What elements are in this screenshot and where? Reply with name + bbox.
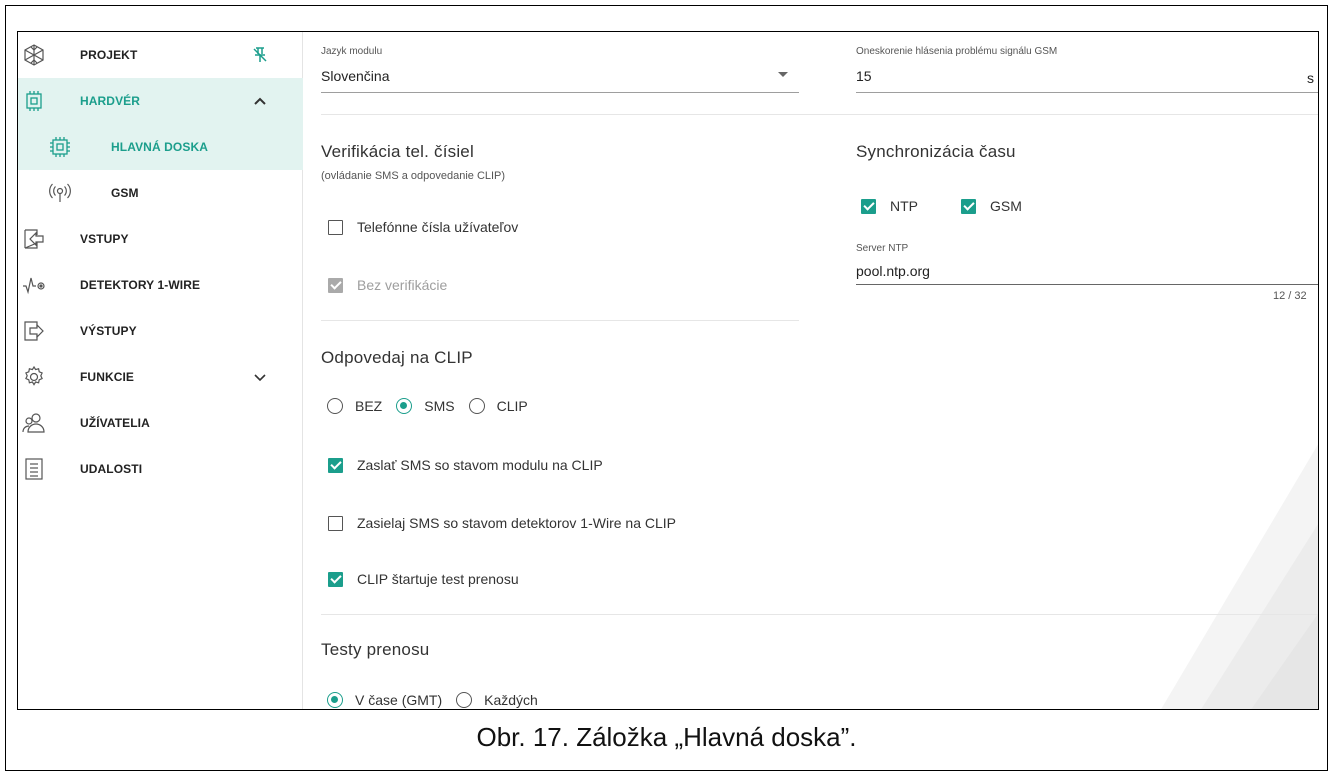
app-screenshot: PROJEKT HARDVÉR HLAVNÁ DOSKA GSM VSTUPY …	[17, 31, 1319, 710]
users-icon	[22, 411, 46, 435]
clip-title: Odpovedaj na CLIP	[321, 348, 473, 367]
figure-caption: Obr. 17. Záložka „Hlavná doska”.	[476, 722, 857, 752]
checkbox-icon	[328, 515, 343, 531]
gsm-delay-underline	[856, 92, 1318, 93]
sidebar-item-label: FUNKCIE	[80, 370, 135, 384]
no-verification-checkbox[interactable]: Bez verifikácie	[328, 277, 447, 293]
gsm-checkbox[interactable]: GSM	[961, 198, 1022, 214]
sidebar-item-label: VÝSTUPY	[80, 324, 137, 338]
checkbox-icon	[961, 198, 976, 214]
sidebar-item-label: DETEKTORY 1-WIRE	[80, 278, 201, 292]
sidebar-item-vstupy[interactable]: VSTUPY	[18, 216, 303, 262]
sidebar-item-gsm[interactable]: GSM	[18, 170, 303, 216]
sidebar-item-label: GSM	[111, 186, 139, 200]
divider	[321, 320, 799, 321]
sidebar-item-hlavna-doska[interactable]: HLAVNÁ DOSKA	[18, 124, 303, 170]
chevron-down-icon[interactable]	[250, 367, 270, 387]
module-language-underline	[321, 92, 799, 93]
send-module-state-label: Zaslať SMS so stavom modulu na CLIP	[357, 457, 603, 473]
clip-radio-group: BEZ SMS CLIP	[327, 398, 528, 414]
sidebar-item-label: HLAVNÁ DOSKA	[111, 140, 208, 154]
input-icon	[22, 227, 46, 251]
chip-icon	[22, 89, 46, 113]
divider	[321, 114, 1318, 115]
checkbox-icon	[328, 277, 343, 293]
antenna-icon	[48, 181, 72, 205]
tests-radio-group: V čase (GMT) Každých	[327, 692, 538, 708]
clip-radio-label: CLIP	[496, 398, 528, 414]
sidebar-item-funkcie[interactable]: FUNKCIE	[18, 354, 303, 400]
tests-title: Testy prenosu	[321, 640, 430, 659]
output-icon	[22, 319, 46, 343]
gsm-label: GSM	[990, 198, 1022, 214]
radio-icon	[456, 692, 473, 708]
clip-radio-bez[interactable]: BEZ	[327, 398, 396, 414]
divider	[321, 614, 1318, 615]
pin-icon[interactable]	[250, 45, 270, 65]
module-language-label: Jazyk modulu	[321, 46, 383, 57]
caret-down-icon[interactable]	[778, 72, 788, 77]
gear-icon	[22, 365, 46, 389]
verification-subtitle: (ovládanie SMS a odpovedanie CLIP)	[321, 170, 506, 182]
sidebar-item-detektory[interactable]: DETEKTORY 1-WIRE	[18, 262, 303, 308]
user-numbers-label: Telefónne čísla užívateľov	[357, 219, 519, 235]
gsm-delay-input[interactable]: 15	[856, 68, 872, 84]
ntp-server-input[interactable]: pool.ntp.org	[856, 263, 930, 279]
radio-icon	[327, 692, 343, 708]
sidebar: PROJEKT HARDVÉR HLAVNÁ DOSKA GSM VSTUPY …	[18, 32, 303, 709]
sidebar-item-projekt[interactable]: PROJEKT	[18, 32, 303, 78]
tests-radio-time[interactable]: V čase (GMT)	[327, 692, 456, 708]
gsm-delay-unit: s	[1307, 70, 1314, 86]
sidebar-item-hardver[interactable]: HARDVÉR	[18, 78, 303, 124]
background-decoration	[1161, 444, 1318, 709]
clip-starts-test-label: CLIP štartuje test prenosu	[357, 571, 519, 587]
sidebar-item-uzivatelia[interactable]: UŽÍVATELIA	[18, 400, 303, 446]
ntp-server-underline	[856, 284, 1318, 285]
pulse-icon	[22, 273, 46, 297]
radio-icon	[327, 398, 343, 414]
checkbox-icon	[328, 219, 343, 235]
sidebar-item-label: UŽÍVATELIA	[80, 416, 150, 430]
ntp-server-label: Server NTP	[856, 243, 909, 254]
chevron-up-icon[interactable]	[250, 91, 270, 111]
send-detector-state-label: Zasielaj SMS so stavom detektorov 1-Wire…	[357, 515, 677, 531]
module-language-select[interactable]: Slovenčina	[321, 68, 390, 84]
snowflake-icon	[22, 43, 46, 67]
ntp-label: NTP	[890, 198, 918, 214]
clip-radio-label: BEZ	[355, 398, 383, 414]
ntp-checkbox[interactable]: NTP	[861, 198, 918, 214]
sidebar-item-label: VSTUPY	[80, 232, 129, 246]
sidebar-item-label: PROJEKT	[80, 48, 138, 62]
tests-radio-label: Každých	[484, 692, 538, 708]
ntp-server-counter: 12 / 32	[1273, 290, 1307, 302]
verification-title: Verifikácia tel. čísiel	[321, 142, 474, 161]
radio-icon	[468, 398, 485, 414]
clip-radio-sms[interactable]: SMS	[396, 398, 468, 414]
checkbox-icon	[328, 457, 343, 473]
checkbox-icon	[861, 198, 876, 214]
radio-icon	[396, 398, 413, 414]
user-numbers-checkbox[interactable]: Telefónne čísla užívateľov	[328, 219, 518, 235]
checkbox-icon	[328, 571, 343, 587]
clip-starts-test-checkbox[interactable]: CLIP štartuje test prenosu	[328, 571, 519, 587]
sidebar-item-udalosti[interactable]: UDALOSTI	[18, 446, 303, 492]
sidebar-item-vystupy[interactable]: VÝSTUPY	[18, 308, 303, 354]
gsm-delay-label: Oneskorenie hlásenia problému signálu GS…	[856, 46, 1058, 57]
no-verification-label: Bez verifikácie	[357, 277, 448, 293]
clip-radio-label: SMS	[424, 398, 455, 414]
send-detector-state-checkbox[interactable]: Zasielaj SMS so stavom detektorov 1-Wire…	[328, 515, 676, 531]
send-module-state-checkbox[interactable]: Zaslať SMS so stavom modulu na CLIP	[328, 457, 603, 473]
tests-radio-label: V čase (GMT)	[355, 692, 443, 708]
clip-radio-clip[interactable]: CLIP	[468, 398, 528, 414]
time-sync-title: Synchronizácia času	[856, 142, 1016, 161]
chip-icon	[48, 135, 72, 159]
sidebar-item-label: UDALOSTI	[80, 462, 143, 476]
document-icon	[22, 457, 46, 481]
tests-radio-every[interactable]: Každých	[456, 692, 538, 708]
main-panel: Jazyk modulu Slovenčina Oneskorenie hlás…	[303, 32, 1318, 709]
sidebar-item-label: HARDVÉR	[80, 94, 141, 108]
